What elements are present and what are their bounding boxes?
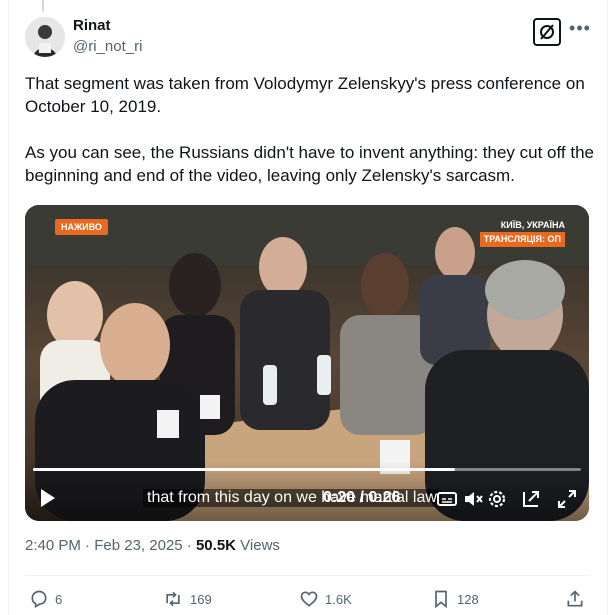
thread-line — [42, 0, 44, 12]
views-label: Views — [240, 537, 280, 554]
reply-icon — [31, 590, 47, 608]
bookmark-count: 128 — [457, 591, 479, 607]
repost-count: 169 — [190, 591, 212, 607]
repost-icon — [166, 591, 180, 607]
tweet-meta: 2:40 PM · Feb 23, 2025 · 50.5K Views — [25, 537, 280, 554]
fullscreen-icon[interactable] — [555, 487, 579, 511]
like-button[interactable]: 1.6K — [299, 586, 352, 612]
author-handle[interactable]: @ri_not_ri — [73, 38, 142, 55]
more-options-icon[interactable]: ••• — [568, 18, 592, 42]
tweet-paragraph: As you can see, the Russians didn't have… — [25, 143, 595, 185]
divider — [25, 575, 590, 576]
picture-in-picture-icon[interactable] — [519, 487, 543, 511]
tweet-time[interactable]: 2:40 PM — [25, 537, 81, 554]
progress-fill — [33, 468, 455, 471]
captions-icon[interactable] — [435, 487, 459, 511]
settings-gear-icon[interactable] — [485, 487, 509, 511]
author-name[interactable]: Rinat — [73, 17, 111, 34]
grok-icon[interactable] — [533, 18, 561, 46]
reply-button[interactable]: 6 — [29, 586, 62, 612]
repost-button[interactable]: 169 — [162, 586, 212, 612]
progress-bar[interactable] — [33, 468, 581, 471]
play-icon[interactable] — [39, 487, 57, 509]
meta-separator: · — [186, 537, 196, 554]
heart-icon — [300, 591, 318, 607]
video-time: 0:20 / 0:26 — [323, 489, 401, 506]
volume-icon[interactable] — [461, 487, 485, 511]
action-bar: 6 169 1.6K 128 — [25, 586, 590, 612]
avatar[interactable] — [25, 17, 65, 57]
tweet-date[interactable]: Feb 23, 2025 — [94, 537, 182, 554]
like-count: 1.6K — [325, 591, 352, 607]
meta-separator: · — [85, 537, 95, 554]
reply-count: 6 — [55, 591, 63, 607]
views-count: 50.5K — [195, 537, 236, 554]
live-badge: НАЖИВО — [55, 219, 108, 235]
share-button[interactable] — [565, 586, 591, 612]
tweet-paragraph: That segment was taken from Volodymyr Ze… — [25, 74, 585, 116]
location-label: КИЇВ, УКРАЇНА — [500, 220, 565, 230]
share-icon — [567, 590, 583, 607]
broadcast-label: ТРАНСЛЯЦІЯ: ОП — [479, 232, 565, 247]
bookmark-icon — [435, 590, 447, 609]
bookmark-button[interactable]: 128 — [431, 586, 479, 612]
location-badge: КИЇВ, УКРАЇНА ТРАНСЛЯЦІЯ: ОП — [479, 219, 565, 247]
video-player[interactable]: НАЖИВО КИЇВ, УКРАЇНА ТРАНСЛЯЦІЯ: ОП that… — [25, 205, 589, 521]
tweet-text: That segment was taken from Volodymyr Ze… — [25, 72, 595, 187]
